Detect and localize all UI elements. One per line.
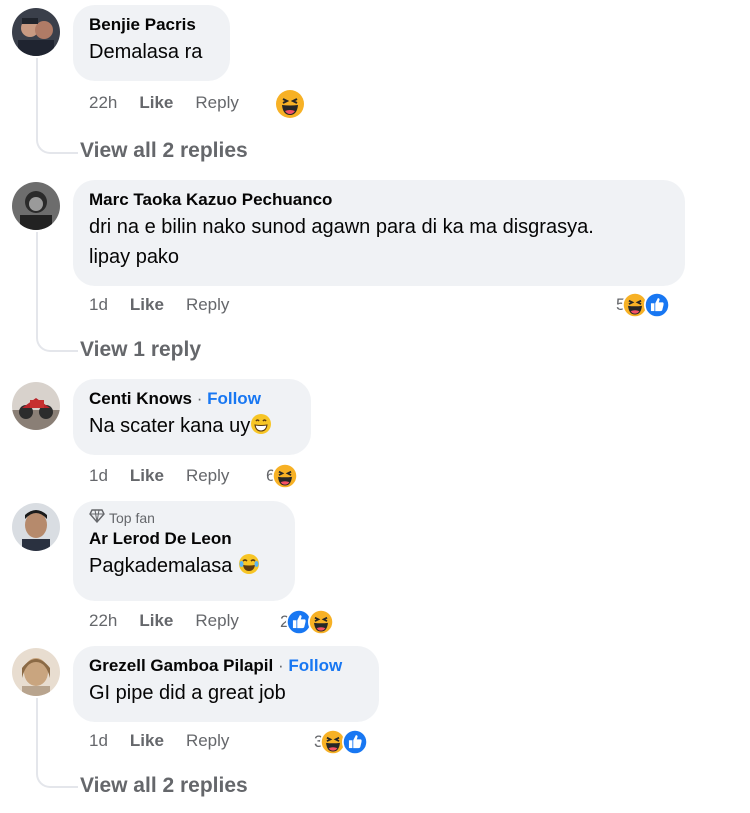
- view-replies-link[interactable]: View 1 reply: [80, 338, 201, 362]
- reaction-summary[interactable]: 3: [314, 728, 369, 756]
- follow-button[interactable]: Follow: [288, 656, 342, 675]
- reply-thread-line: [36, 698, 78, 788]
- comment-bubble: Top fan Ar Lerod De Leon Pagkademalasa: [73, 501, 295, 601]
- like-icon: [644, 292, 671, 318]
- comment-actions: 22h Like Reply: [89, 92, 239, 114]
- view-replies-link[interactable]: View all 2 replies: [80, 139, 248, 163]
- view-replies-link[interactable]: View all 2 replies: [80, 774, 248, 798]
- comment-text: lipay pako: [89, 246, 180, 268]
- like-button[interactable]: Like: [139, 611, 173, 631]
- laughing-tears-emoji-icon: [238, 553, 260, 584]
- avatar[interactable]: [12, 503, 60, 551]
- haha-icon: [272, 463, 299, 489]
- like-button[interactable]: Like: [139, 93, 173, 113]
- reaction-summary[interactable]: 6: [266, 462, 299, 490]
- separator-dot: ·: [196, 389, 203, 408]
- comment-actions: 1d Like Reply: [89, 730, 229, 752]
- comment-actions: 1d Like Reply: [89, 294, 229, 316]
- reply-button[interactable]: Reply: [186, 466, 229, 486]
- reaction-summary[interactable]: 5: [616, 291, 671, 319]
- comment-author-name[interactable]: Grezell Gamboa Pilapil: [89, 656, 273, 675]
- comment-timestamp[interactable]: 1d: [89, 295, 108, 315]
- top-fan-label: Top fan: [109, 510, 155, 526]
- comment-author[interactable]: Benjie Pacris: [89, 15, 214, 35]
- reply-thread-line: [36, 232, 78, 352]
- comment-text-content: Pagkademalasa: [89, 555, 233, 577]
- haha-icon: [308, 609, 335, 635]
- comment-timestamp[interactable]: 22h: [89, 93, 117, 113]
- comment-text: GI pipe did a great job: [89, 682, 286, 704]
- avatar[interactable]: [12, 382, 60, 430]
- comment-text: Pagkademalasa: [89, 551, 279, 584]
- comment-actions: 1d Like Reply: [89, 465, 229, 487]
- avatar[interactable]: [12, 8, 60, 56]
- comment-author-name[interactable]: Centi Knows: [89, 389, 192, 408]
- reply-button[interactable]: Reply: [195, 611, 238, 631]
- reply-button[interactable]: Reply: [186, 731, 229, 751]
- grin-emoji-icon: [250, 413, 272, 444]
- comment-bubble: Benjie Pacris Demalasa ra: [73, 5, 230, 81]
- like-button[interactable]: Like: [130, 466, 164, 486]
- reaction-summary[interactable]: [275, 88, 304, 118]
- comment-bubble: Marc Taoka Kazuo Pechuanco dri na e bili…: [73, 180, 685, 286]
- like-button[interactable]: Like: [130, 295, 164, 315]
- reply-button[interactable]: Reply: [186, 295, 229, 315]
- comment-text-content: Na scater kana uy: [89, 415, 251, 437]
- comment-bubble: Centi Knows · Follow Na scater kana uy: [73, 379, 311, 455]
- comment-author[interactable]: Ar Lerod De Leon: [89, 529, 279, 549]
- separator-dot: ·: [277, 656, 284, 675]
- comment-timestamp[interactable]: 1d: [89, 466, 108, 486]
- diamond-icon: [89, 509, 105, 527]
- comment-bubble: Grezell Gamboa Pilapil · Follow GI pipe …: [73, 646, 379, 722]
- comment-text: Na scater kana uy: [89, 411, 295, 444]
- like-button[interactable]: Like: [130, 731, 164, 751]
- comment-author: Centi Knows · Follow: [89, 389, 295, 409]
- reply-thread-line: [36, 58, 78, 154]
- reply-button[interactable]: Reply: [195, 93, 238, 113]
- comment-text: Demalasa ra: [89, 41, 203, 63]
- reaction-summary[interactable]: 2: [280, 608, 335, 636]
- haha-icon: [275, 89, 304, 118]
- comment-author: Grezell Gamboa Pilapil · Follow: [89, 656, 363, 676]
- comment-timestamp[interactable]: 1d: [89, 731, 108, 751]
- avatar[interactable]: [12, 648, 60, 696]
- follow-button[interactable]: Follow: [207, 389, 261, 408]
- avatar[interactable]: [12, 182, 60, 230]
- comment-author[interactable]: Marc Taoka Kazuo Pechuanco: [89, 190, 669, 210]
- top-fan-badge: Top fan: [89, 509, 279, 527]
- comment-timestamp[interactable]: 22h: [89, 611, 117, 631]
- comment-text: dri na e bilin nako sunod agawn para di …: [89, 216, 594, 238]
- comment-actions: 22h Like Reply: [89, 610, 239, 632]
- like-icon: [342, 729, 369, 755]
- comment-thread: Benjie Pacris Demalasa ra 22h Like Reply…: [0, 0, 750, 813]
